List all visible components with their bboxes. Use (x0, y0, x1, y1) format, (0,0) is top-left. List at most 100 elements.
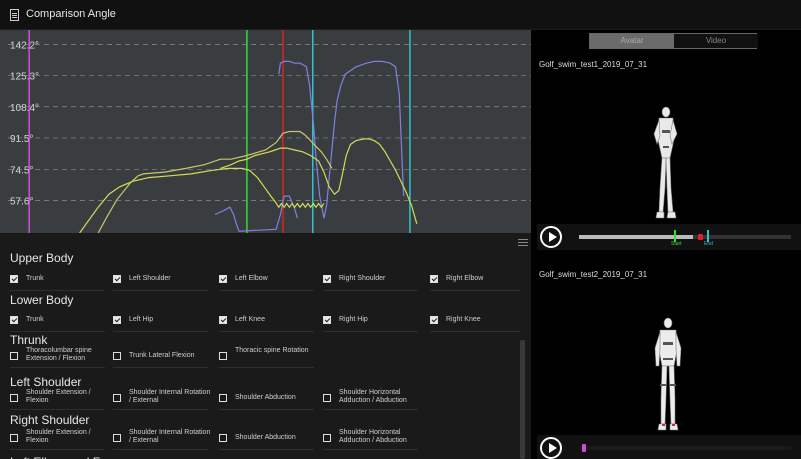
checkbox-label: Left Shoulder (129, 275, 171, 282)
joint-option[interactable]: Shoulder Horizontal Adduction / Abductio… (323, 388, 418, 410)
checkbox-label: Left Hip (129, 316, 154, 323)
checkbox-label: Shoulder Internal Rotation / External (129, 389, 211, 404)
clip1-timeline[interactable] (579, 235, 791, 239)
checkbox-label: Left Knee (235, 316, 265, 323)
checkbox-label: Left Elbow (235, 275, 268, 282)
joint-option[interactable]: Thoracic spine Rotation (219, 346, 314, 368)
checkbox-row: Thoracolumbar spine Extension / Flexion T… (10, 346, 520, 368)
checkbox-label: Shoulder Internal Rotation / External (129, 429, 211, 444)
checkbox-label: Trunk Lateral Flexion (129, 352, 195, 359)
angle-chart: 142.2° 125.3° 108.4° 91.5° 74.5° 57.6° (0, 30, 531, 233)
joint-option[interactable]: Right Elbow (430, 269, 520, 291)
angle-chart-svg: 142.2°125.3°108.4°91.5°74.5°57.6° (8, 30, 531, 233)
checkbox-label: Trunk (26, 275, 44, 282)
checkbox[interactable] (113, 434, 121, 442)
checkbox-label: Thoracic spine Rotation (235, 347, 309, 354)
checkbox-label: Shoulder Abduction (235, 434, 296, 441)
checkbox[interactable] (219, 316, 227, 324)
joint-option[interactable]: Trunk (10, 269, 105, 291)
clip1-start-label: Start (671, 241, 682, 247)
joint-option[interactable]: Right Knee (430, 310, 520, 332)
document-icon (10, 9, 19, 21)
checkbox[interactable] (113, 275, 121, 283)
clip1-play-button[interactable] (540, 226, 562, 248)
joint-option[interactable]: Shoulder Horizontal Adduction / Abductio… (323, 428, 418, 450)
series-line (278, 60, 405, 219)
joint-option[interactable]: Shoulder Extension / Flexion (10, 428, 105, 450)
joint-option[interactable]: Left Shoulder (113, 269, 208, 291)
joint-option[interactable]: Left Knee (219, 310, 314, 332)
view-mode-toggle: Avatar Video (589, 33, 758, 49)
checkbox[interactable] (323, 434, 331, 442)
checkbox[interactable] (219, 434, 227, 442)
checkbox[interactable] (430, 275, 438, 283)
checkbox-label: Right Knee (446, 316, 481, 323)
panel-scrollbar[interactable] (520, 340, 525, 459)
joint-option[interactable]: Right Shoulder (323, 269, 418, 291)
clip1-end-label: End (704, 241, 713, 247)
checkbox-label: Right Hip (339, 316, 368, 323)
joint-option[interactable]: Shoulder Abduction (219, 388, 314, 410)
sliders-icon[interactable] (518, 238, 528, 247)
joint-option[interactable]: Trunk Lateral Flexion (113, 346, 208, 368)
checkbox[interactable] (219, 352, 227, 360)
checkbox[interactable] (323, 394, 331, 402)
clip1-title: Golf_swim_test1_2019_07_31 (539, 60, 648, 69)
joint-option[interactable]: Shoulder Internal Rotation / External (113, 388, 210, 410)
joint-option[interactable]: Trunk (10, 310, 105, 332)
section-title: Left Elbow and Forearm (10, 455, 138, 459)
y-tick-label: 108.4° (10, 103, 39, 114)
clip1-playhead[interactable] (698, 234, 703, 240)
checkbox-label: Shoulder Abduction (235, 394, 296, 401)
checkbox[interactable] (10, 275, 18, 283)
clip2-timeline[interactable] (579, 446, 791, 450)
checkbox[interactable] (113, 316, 121, 324)
checkbox[interactable] (113, 394, 121, 402)
joint-option[interactable]: Left Hip (113, 310, 208, 332)
section-title: Right Shoulder (10, 413, 90, 427)
checkbox-label: Right Shoulder (339, 275, 386, 282)
checkbox-label: Shoulder Extension / Flexion (26, 389, 91, 404)
title-bar: Comparison Angle (0, 0, 801, 30)
checkbox[interactable] (430, 316, 438, 324)
clip2-playhead[interactable] (582, 444, 586, 452)
checkbox[interactable] (323, 316, 331, 324)
checkbox[interactable] (113, 352, 121, 360)
checkbox-label: Shoulder Horizontal Adduction / Abductio… (339, 429, 407, 444)
joint-option[interactable]: Right Hip (323, 310, 418, 332)
joint-option[interactable]: Left Elbow (219, 269, 314, 291)
checkbox[interactable] (219, 394, 227, 402)
checkbox-label: Right Elbow (446, 275, 484, 282)
section-title: Thrunk (10, 333, 48, 347)
joint-selection-panel: Upper Body Trunk Left Shoulder Left Elbow Ri… (0, 233, 531, 459)
section-title: Left Shoulder (10, 375, 82, 389)
checkbox[interactable] (323, 275, 331, 283)
checkbox-label: Shoulder Horizontal Adduction / Abductio… (339, 389, 407, 404)
checkbox-label: Shoulder Extension / Flexion (26, 429, 91, 444)
section-title: Lower Body (10, 293, 74, 307)
tab-avatar[interactable]: Avatar (590, 34, 674, 48)
checkbox[interactable] (10, 434, 18, 442)
viewer-panel: Avatar Video Golf_swim_test1_2019_07_31 … (531, 30, 801, 459)
checkbox[interactable] (10, 352, 18, 360)
section-title: Upper Body (10, 251, 74, 265)
joint-option[interactable]: Shoulder Abduction (219, 428, 314, 450)
clip2-play-button[interactable] (540, 437, 562, 459)
clip2-player (537, 435, 801, 459)
joint-option[interactable]: Shoulder Extension / Flexion (10, 388, 105, 410)
checkbox[interactable] (219, 275, 227, 283)
golfer-avatar-1 (653, 106, 678, 219)
golfer-avatar-2 (654, 317, 682, 431)
window-title: Comparison Angle (26, 8, 116, 20)
checkbox[interactable] (10, 316, 18, 324)
checkbox-label: Trunk (26, 316, 44, 323)
joint-option[interactable]: Thoracolumbar spine Extension / Flexion (10, 346, 105, 368)
tab-video[interactable]: Video (674, 34, 758, 48)
checkbox-label: Thoracolumbar spine Extension / Flexion (26, 347, 92, 362)
checkbox[interactable] (10, 394, 18, 402)
checkbox-row: Shoulder Extension / Flexion Shoulder Int… (10, 388, 520, 410)
series-line (214, 195, 298, 232)
y-tick-label: 125.3° (10, 72, 39, 83)
joint-option[interactable]: Shoulder Internal Rotation / External (113, 428, 210, 450)
clip1-player: Start End (537, 224, 801, 250)
